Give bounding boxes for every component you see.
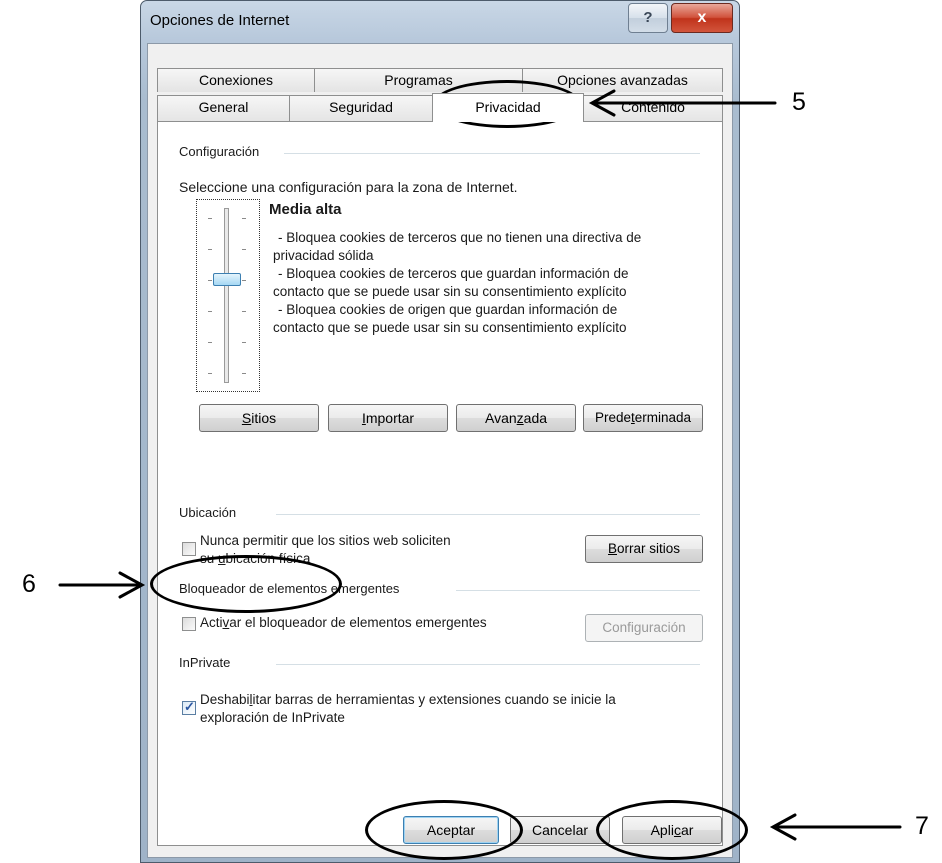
annotation-arrows [58, 89, 902, 841]
annotation-number-5: 5 [792, 88, 806, 116]
annotation-number-6: 6 [22, 570, 36, 598]
tab-privacidad[interactable]: Privacidad [432, 93, 584, 122]
annotation-number-7: 7 [915, 812, 929, 840]
